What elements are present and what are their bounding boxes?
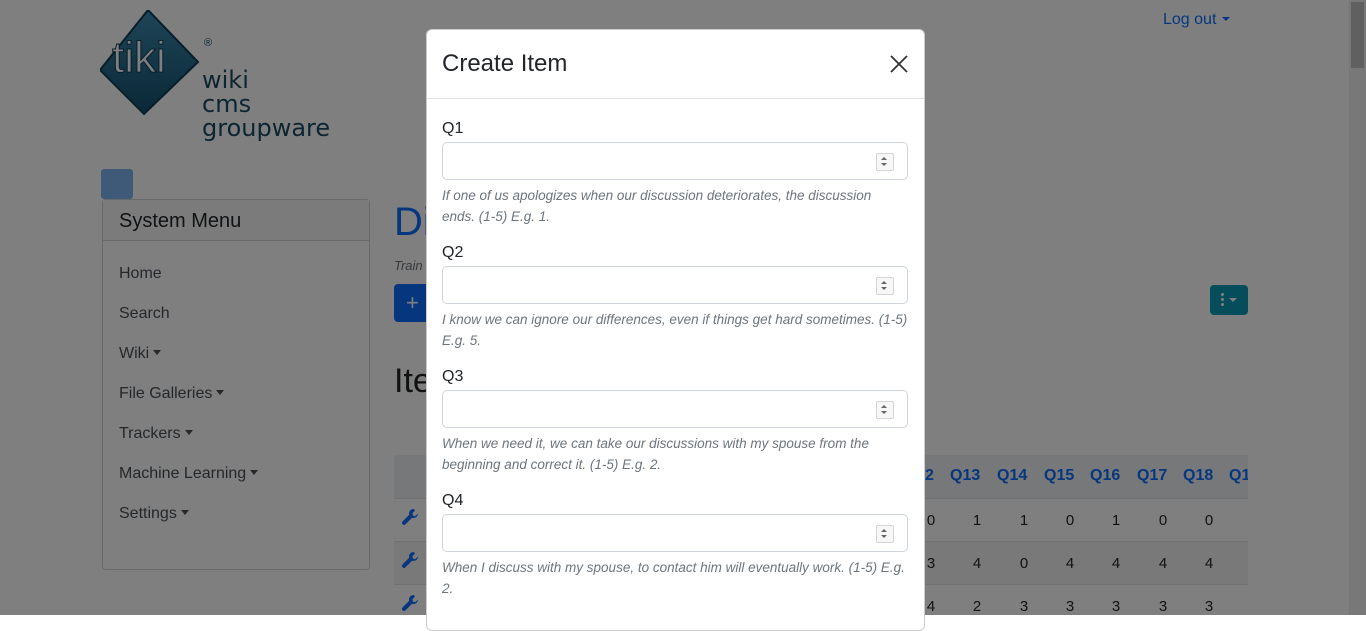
field-help-text: When we need it, we can take our discuss… <box>442 436 869 472</box>
spinner-down-icon[interactable] <box>881 411 887 414</box>
field-label: Q4 <box>442 492 464 509</box>
spinner-down-icon[interactable] <box>881 163 887 166</box>
spinner-down-icon[interactable] <box>881 287 887 290</box>
number-spinner-icon[interactable] <box>876 401 894 419</box>
field-group-q3: Q3 When we need it, we can take our disc… <box>442 366 908 475</box>
q2-number-input[interactable] <box>442 266 908 304</box>
field-group-q1: Q1 If one of us apologizes when our disc… <box>442 118 908 227</box>
modal-header: Create Item <box>427 30 924 99</box>
field-group-q4: Q4 When I discuss with my spouse, to con… <box>442 490 908 599</box>
spinner-down-icon[interactable] <box>881 535 887 538</box>
spinner-up-icon[interactable] <box>881 157 887 160</box>
create-item-modal: Create Item Q1 If one of us apologizes w… <box>426 29 925 631</box>
field-help-text: When I discuss with my spouse, to contac… <box>442 560 905 596</box>
spinner-up-icon[interactable] <box>881 281 887 284</box>
q4-number-input[interactable] <box>442 514 908 552</box>
number-spinner-icon[interactable] <box>876 525 894 543</box>
field-help-text: If one of us apologizes when our discuss… <box>442 188 872 224</box>
field-label: Q1 <box>442 120 464 137</box>
number-spinner-icon[interactable] <box>876 153 894 171</box>
field-label: Q3 <box>442 368 464 385</box>
field-group-q2: Q2 I know we can ignore our differences,… <box>442 242 908 351</box>
spinner-up-icon[interactable] <box>881 529 887 532</box>
field-label: Q2 <box>442 244 464 261</box>
field-help-text: I know we can ignore our differences, ev… <box>442 312 908 348</box>
number-spinner-icon[interactable] <box>876 277 894 295</box>
modal-title: Create Item <box>442 50 568 77</box>
spinner-up-icon[interactable] <box>881 405 887 408</box>
close-icon[interactable] <box>889 54 909 74</box>
q3-number-input[interactable] <box>442 390 908 428</box>
q1-number-input[interactable] <box>442 142 908 180</box>
